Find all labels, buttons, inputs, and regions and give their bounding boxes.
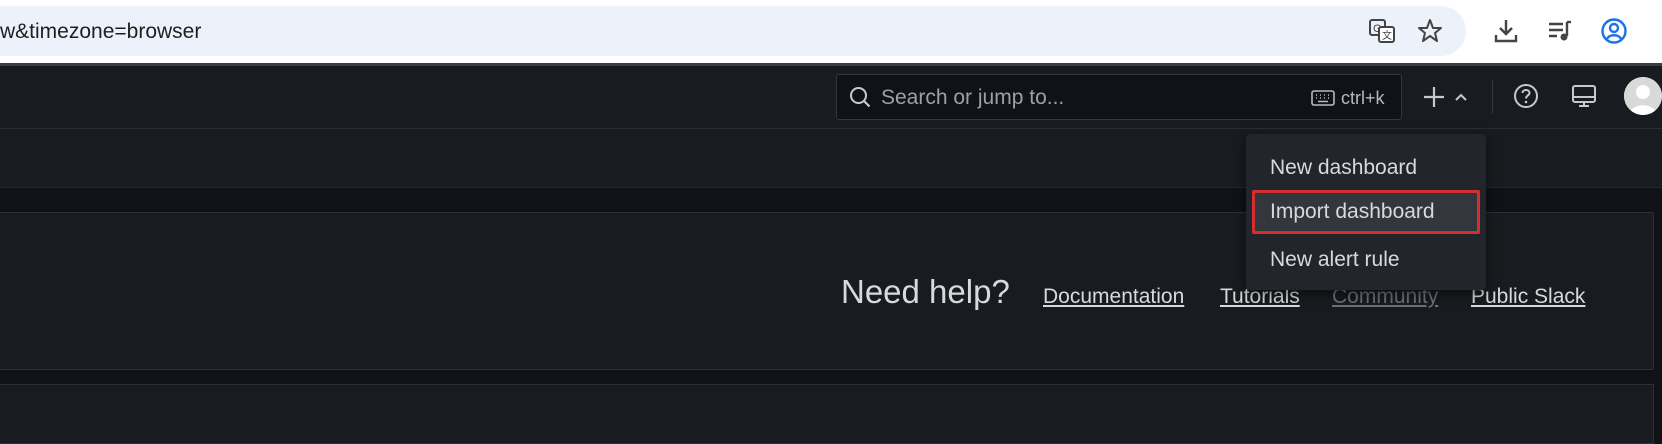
menu-item-new-dashboard[interactable]: New dashboard [1252, 146, 1480, 190]
shortcut-hint: ctrl+k [1341, 88, 1385, 108]
search-placeholder: Search or jump to... [881, 86, 1065, 109]
menu-item-import-dashboard[interactable]: Import dashboard [1252, 190, 1480, 234]
address-bar[interactable]: w&timezone=browser [0, 6, 1466, 56]
translate-icon[interactable]: G 文 [1368, 17, 1396, 45]
news-icon[interactable] [1570, 82, 1598, 110]
nav-divider [1492, 80, 1493, 114]
public-slack-link[interactable]: Public Slack [1471, 285, 1585, 309]
search-icon [849, 86, 871, 108]
svg-text:文: 文 [1382, 29, 1392, 42]
help-icon[interactable] [1512, 82, 1540, 110]
menu-item-new-alert-rule[interactable]: New alert rule [1252, 238, 1480, 282]
help-title: Need help? [841, 273, 1010, 310]
search-input[interactable]: Search or jump to... ctrl+k [836, 74, 1402, 120]
download-icon[interactable] [1492, 17, 1520, 45]
url-text[interactable]: w&timezone=browser [0, 20, 201, 44]
star-icon[interactable] [1416, 17, 1444, 45]
new-button[interactable] [1420, 82, 1480, 112]
new-menu-dropdown: New dashboard Import dashboard New alert… [1246, 134, 1486, 290]
profile-icon[interactable] [1600, 17, 1628, 45]
keyboard-icon [1311, 89, 1335, 107]
media-queue-icon[interactable] [1546, 17, 1574, 45]
top-navigation: Search or jump to... ctrl+k [0, 66, 1662, 129]
avatar[interactable] [1624, 77, 1662, 115]
content-panel [0, 384, 1654, 444]
browser-toolbar: w&timezone=browser G 文 [0, 0, 1662, 63]
documentation-link[interactable]: Documentation [1043, 285, 1184, 309]
